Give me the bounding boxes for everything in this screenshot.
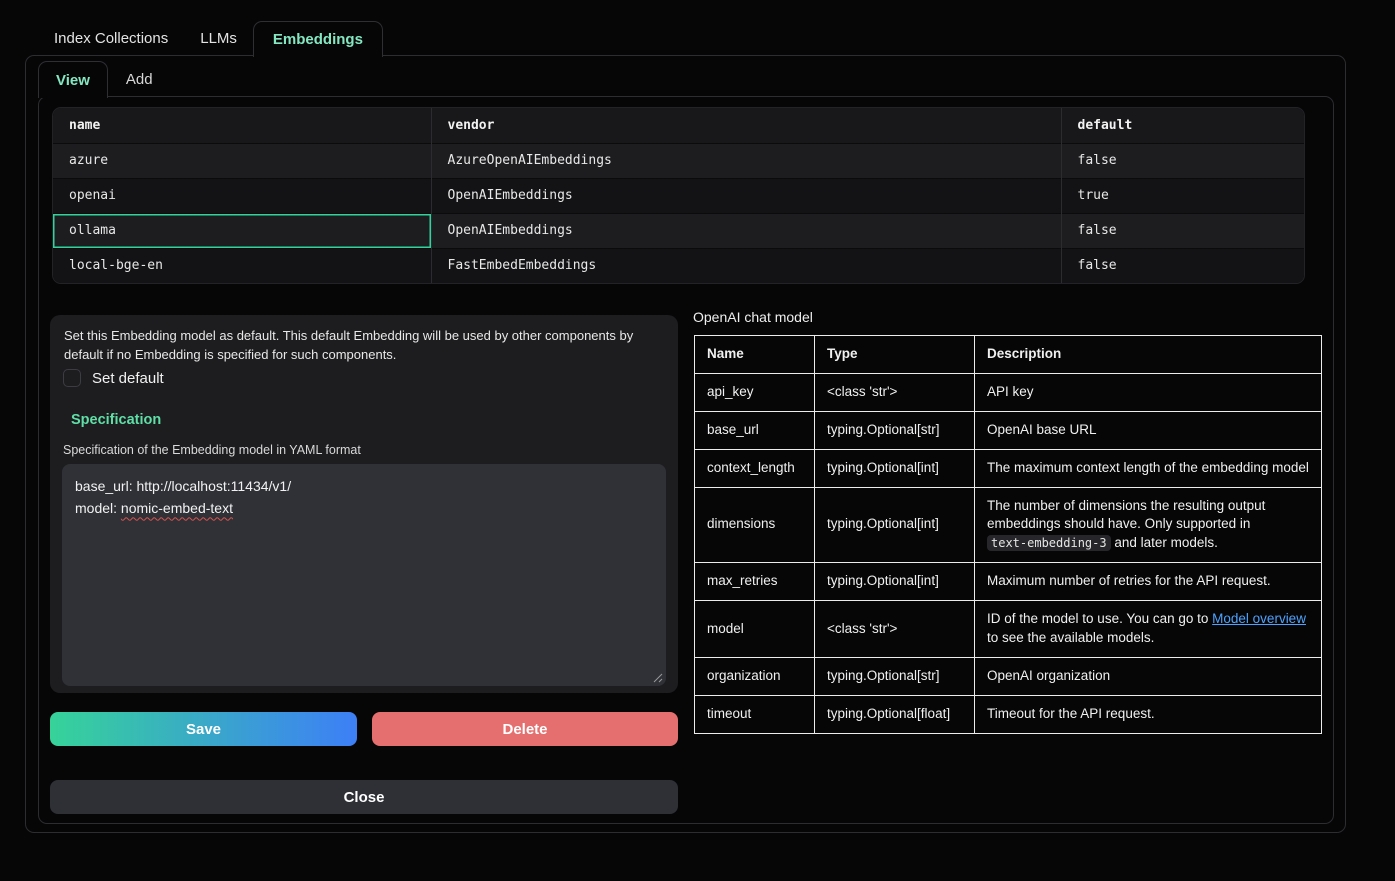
param-name: model xyxy=(695,601,815,658)
yaml-line: model: nomic-embed-text xyxy=(75,497,653,519)
param-type: typing.Optional[float] xyxy=(815,695,975,733)
delete-button[interactable]: Delete xyxy=(372,712,678,746)
param-row-timeout: timeouttyping.Optional[float]Timeout for… xyxy=(695,695,1322,733)
yaml-line: base_url: http://localhost:11434/v1/ xyxy=(75,475,653,497)
param-description: OpenAI organization xyxy=(975,657,1322,695)
main-tab-bar: Index Collections LLMs Embeddings xyxy=(38,21,383,56)
param-type: typing.Optional[int] xyxy=(815,487,975,563)
cell-vendor[interactable]: AzureOpenAIEmbeddings xyxy=(431,143,1061,178)
column-header-default[interactable]: default xyxy=(1061,108,1305,143)
tab-index-collections[interactable]: Index Collections xyxy=(38,21,184,56)
cell-name[interactable]: ollama xyxy=(53,213,431,248)
param-description: OpenAI base URL xyxy=(975,411,1322,449)
embedding-row-azure[interactable]: azureAzureOpenAIEmbeddingsfalse xyxy=(53,143,1305,178)
param-type: <class 'str'> xyxy=(815,601,975,658)
params-panel-title: OpenAI chat model xyxy=(693,309,813,325)
save-button[interactable]: Save xyxy=(50,712,357,746)
embedding-row-openai[interactable]: openaiOpenAIEmbeddingstrue xyxy=(53,178,1305,213)
params-table-header: Name Type Description xyxy=(695,336,1322,374)
misspelled-word: nomic-embed-text xyxy=(121,500,233,516)
param-description: Timeout for the API request. xyxy=(975,695,1322,733)
param-name: dimensions xyxy=(695,487,815,563)
param-name: max_retries xyxy=(695,563,815,601)
default-description: Set this Embedding model as default. Thi… xyxy=(64,327,664,365)
inline-code: text-embedding-3 xyxy=(987,535,1111,551)
column-header-param-name: Name xyxy=(695,336,815,374)
set-default-row: Set default xyxy=(63,369,164,387)
param-row-api_key: api_key<class 'str'>API key xyxy=(695,373,1322,411)
param-description: ID of the model to use. You can go to Mo… xyxy=(975,601,1322,658)
yaml-spec-editor[interactable]: base_url: http://localhost:11434/v1/ mod… xyxy=(62,464,666,686)
param-type: typing.Optional[int] xyxy=(815,449,975,487)
param-row-organization: organizationtyping.Optional[str]OpenAI o… xyxy=(695,657,1322,695)
tab-view[interactable]: View xyxy=(38,61,108,98)
embeddings-panel: View Add name vendor default azureAzureO… xyxy=(25,55,1346,833)
tab-embeddings[interactable]: Embeddings xyxy=(253,21,383,57)
tab-llms[interactable]: LLMs xyxy=(184,21,253,56)
resize-handle-icon[interactable] xyxy=(652,672,663,683)
cell-vendor[interactable]: OpenAIEmbeddings xyxy=(431,178,1061,213)
cell-default[interactable]: false xyxy=(1061,248,1305,283)
param-type: typing.Optional[str] xyxy=(815,411,975,449)
cell-name[interactable]: openai xyxy=(53,178,431,213)
param-type: typing.Optional[int] xyxy=(815,563,975,601)
column-header-name[interactable]: name xyxy=(53,108,431,143)
cell-vendor[interactable]: OpenAIEmbeddings xyxy=(431,213,1061,248)
param-name: context_length xyxy=(695,449,815,487)
param-row-model: model<class 'str'>ID of the model to use… xyxy=(695,601,1322,658)
param-row-base_url: base_urltyping.Optional[str]OpenAI base … xyxy=(695,411,1322,449)
column-header-vendor[interactable]: vendor xyxy=(431,108,1061,143)
cell-default[interactable]: false xyxy=(1061,143,1305,178)
cell-name[interactable]: local-bge-en xyxy=(53,248,431,283)
model-overview-link[interactable]: Model overview xyxy=(1212,611,1306,626)
embeddings-table: name vendor default azureAzureOpenAIEmbe… xyxy=(52,107,1305,284)
specification-description: Specification of the Embedding model in … xyxy=(63,443,361,457)
specification-heading: Specification xyxy=(71,412,161,428)
param-description: API key xyxy=(975,373,1322,411)
view-panel: name vendor default azureAzureOpenAIEmbe… xyxy=(38,96,1334,824)
sub-tab-bar: View Add xyxy=(38,61,171,97)
param-description: The number of dimensions the resulting o… xyxy=(975,487,1322,563)
column-header-param-type: Type xyxy=(815,336,975,374)
cell-name[interactable]: azure xyxy=(53,143,431,178)
embeddings-table-header: name vendor default xyxy=(53,108,1305,143)
param-name: timeout xyxy=(695,695,815,733)
param-row-context_length: context_lengthtyping.Optional[int]The ma… xyxy=(695,449,1322,487)
param-description: The maximum context length of the embedd… xyxy=(975,449,1322,487)
param-description: Maximum number of retries for the API re… xyxy=(975,563,1322,601)
set-default-checkbox[interactable] xyxy=(63,369,81,387)
param-row-dimensions: dimensionstyping.Optional[int]The number… xyxy=(695,487,1322,563)
set-default-label: Set default xyxy=(92,370,164,387)
cell-default[interactable]: false xyxy=(1061,213,1305,248)
tab-add[interactable]: Add xyxy=(108,61,171,97)
param-row-max_retries: max_retriestyping.Optional[int]Maximum n… xyxy=(695,563,1322,601)
params-table: Name Type Description api_key<class 'str… xyxy=(694,335,1322,734)
param-type: <class 'str'> xyxy=(815,373,975,411)
cell-default[interactable]: true xyxy=(1061,178,1305,213)
param-name: base_url xyxy=(695,411,815,449)
param-type: typing.Optional[str] xyxy=(815,657,975,695)
embedding-row-ollama[interactable]: ollamaOpenAIEmbeddingsfalse xyxy=(53,213,1305,248)
close-button[interactable]: Close xyxy=(50,780,678,814)
embedding-row-local-bge-en[interactable]: local-bge-enFastEmbedEmbeddingsfalse xyxy=(53,248,1305,283)
param-name: organization xyxy=(695,657,815,695)
embedding-config-card: Set this Embedding model as default. Thi… xyxy=(50,315,678,693)
param-name: api_key xyxy=(695,373,815,411)
cell-vendor[interactable]: FastEmbedEmbeddings xyxy=(431,248,1061,283)
column-header-param-description: Description xyxy=(975,336,1322,374)
